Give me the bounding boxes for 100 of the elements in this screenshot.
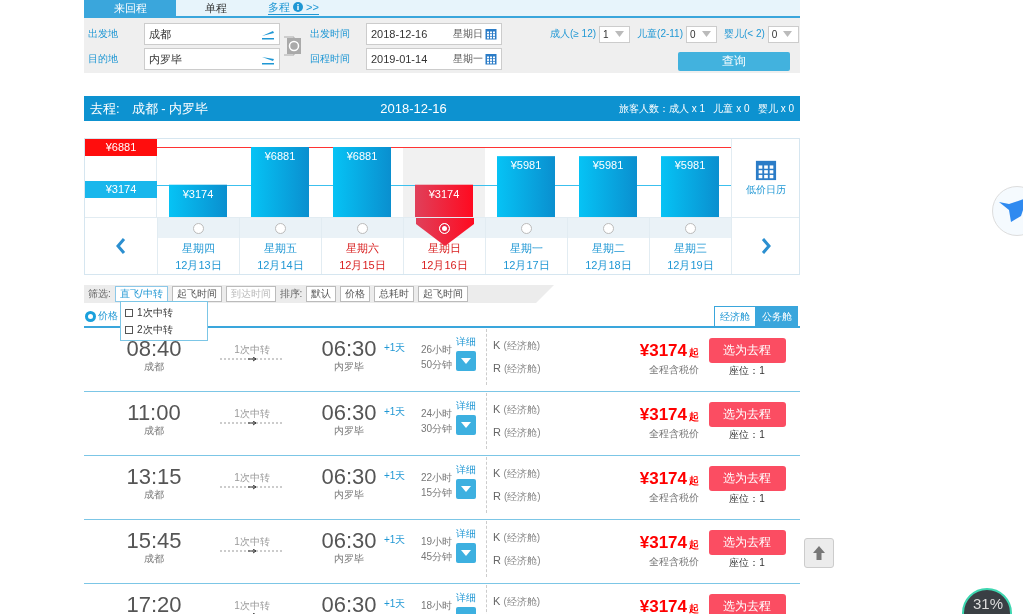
price-bar[interactable]: [579, 156, 637, 217]
duration-text: 18小时: [420, 599, 452, 613]
radio-button[interactable]: [357, 222, 368, 234]
price-bar[interactable]: [251, 147, 309, 217]
sort-button[interactable]: 价格: [340, 286, 371, 302]
search-button[interactable]: 查询: [678, 52, 790, 71]
caret-icon: [461, 358, 471, 364]
stops-label: 1次中转: [234, 407, 270, 421]
date-option[interactable]: 星期五 12月14日: [240, 218, 322, 274]
cabin-class: R (经济舱): [493, 426, 541, 439]
seats-left: 座位：1: [729, 364, 765, 378]
price: ¥3174起: [639, 405, 699, 425]
cabin-class: K (经济舱): [493, 339, 541, 352]
details-link[interactable]: 详细: [456, 399, 476, 413]
date-option[interactable]: 星期一 12月17日: [486, 218, 568, 274]
price-bar[interactable]: [333, 147, 391, 217]
price: ¥3174起: [639, 533, 699, 553]
bar-value-label: ¥5981: [592, 159, 624, 172]
filter-button[interactable]: 直飞/中转: [114, 286, 168, 302]
trip-tab[interactable]: 来回程: [84, 0, 176, 16]
expand-button[interactable]: [456, 479, 476, 499]
sort-button[interactable]: 起飞时间: [418, 286, 469, 302]
bar-value-label: ¥5981: [674, 159, 706, 172]
date-option[interactable]: 星期二 12月18日: [568, 218, 650, 274]
select-outbound-button[interactable]: 选为去程: [708, 594, 786, 614]
price-bar[interactable]: [497, 156, 555, 217]
trip-tab[interactable]: 多程 >>: [268, 0, 319, 15]
passenger-select[interactable]: 0: [686, 25, 717, 43]
next-day-label: +1天: [384, 533, 407, 547]
sort-label: 排序:: [279, 287, 303, 301]
low-price-calendar-button[interactable]: 低价日历: [731, 139, 799, 217]
back-to-top-button[interactable]: [804, 538, 834, 568]
radio-button[interactable]: [275, 222, 286, 234]
price-bar[interactable]: [169, 184, 227, 217]
next-icon[interactable]: [760, 237, 771, 254]
details-link[interactable]: 详细: [456, 335, 476, 349]
price-bar[interactable]: [661, 156, 719, 217]
calendar-icon[interactable]: [754, 159, 777, 181]
bar-value-label: ¥3174: [182, 187, 214, 200]
cabin-class: R (经济舱): [493, 362, 541, 375]
flight-date: 2018-12-16: [380, 101, 447, 116]
expand-button[interactable]: [456, 351, 476, 371]
field-label: 回程时间: [310, 52, 351, 66]
caret-icon: [614, 31, 624, 37]
cabin-class: K (经济舱): [493, 467, 541, 480]
destination-field[interactable]: 内罗毕: [144, 48, 280, 70]
price-bar[interactable]: [415, 184, 473, 217]
details-link[interactable]: 详细: [456, 463, 476, 477]
filter-button[interactable]: 起飞时间: [171, 286, 222, 302]
bar-value-label: ¥5981: [510, 159, 542, 172]
passenger-select[interactable]: 0: [767, 25, 799, 43]
expand-button[interactable]: [456, 543, 476, 563]
arrival-city: 内罗毕: [334, 424, 364, 438]
radio-button[interactable]: [685, 222, 696, 234]
select-outbound-button[interactable]: 选为去程: [708, 402, 786, 427]
radio-button[interactable]: [603, 222, 614, 234]
bar-value-label: ¥6881: [346, 150, 378, 162]
departure-time: 15:45: [126, 529, 182, 552]
departure-time: 08:40: [126, 337, 182, 360]
sort-button[interactable]: 默认: [306, 286, 337, 302]
date-option[interactable]: 星期三 12月19日: [650, 218, 732, 274]
radio-button[interactable]: [521, 222, 532, 234]
select-outbound-button[interactable]: 选为去程: [708, 338, 786, 363]
stops-label: 1次中转: [234, 471, 270, 485]
price-guarantee-label: 价格: [85, 309, 118, 323]
stops-option[interactable]: 2次中转: [125, 322, 203, 337]
cabin-tab[interactable]: 经济舱: [714, 306, 756, 326]
arrival-city: 内罗毕: [334, 360, 364, 374]
details-link[interactable]: 详细: [456, 591, 476, 605]
arrival-city: 内罗毕: [334, 488, 364, 502]
shield-icon: [85, 310, 96, 322]
departure-city: 成都: [144, 488, 164, 502]
previous-icon[interactable]: [116, 237, 126, 254]
trip-tab[interactable]: 单程: [176, 0, 256, 16]
origin-field[interactable]: 成都: [144, 23, 280, 45]
cabin-tab[interactable]: 公务舱: [756, 306, 798, 326]
checkbox[interactable]: [125, 308, 133, 317]
duration-text: 45分钟: [420, 550, 452, 564]
details-link[interactable]: 详细: [456, 527, 476, 541]
date-field[interactable]: 2019-01-14 星期一: [366, 48, 502, 70]
max-price-label: ¥6881: [85, 139, 157, 156]
field-label: 目的地: [88, 52, 119, 66]
calendar-icon[interactable]: [485, 53, 497, 65]
sort-button[interactable]: 总耗时: [374, 286, 415, 302]
duration-text: 15分钟: [420, 486, 452, 500]
arrival-city: 内罗毕: [334, 552, 364, 566]
duration-text: 50分钟: [420, 358, 452, 372]
radio-button[interactable]: [193, 222, 204, 234]
stops-option[interactable]: 1次中转: [125, 305, 203, 320]
expand-button[interactable]: [456, 415, 476, 435]
date-option[interactable]: 星期六 12月15日: [322, 218, 404, 274]
departure-city: 成都: [144, 360, 164, 374]
passenger-select[interactable]: 1: [599, 25, 631, 43]
select-outbound-button[interactable]: 选为去程: [708, 530, 786, 555]
date-option[interactable]: 星期四 12月13日: [158, 218, 240, 274]
route-title: 成都 - 内罗毕: [131, 99, 209, 118]
checkbox[interactable]: [125, 325, 133, 334]
select-outbound-button[interactable]: 选为去程: [708, 466, 786, 491]
calendar-icon[interactable]: [485, 28, 497, 40]
date-field[interactable]: 2018-12-16 星期日: [366, 23, 502, 45]
